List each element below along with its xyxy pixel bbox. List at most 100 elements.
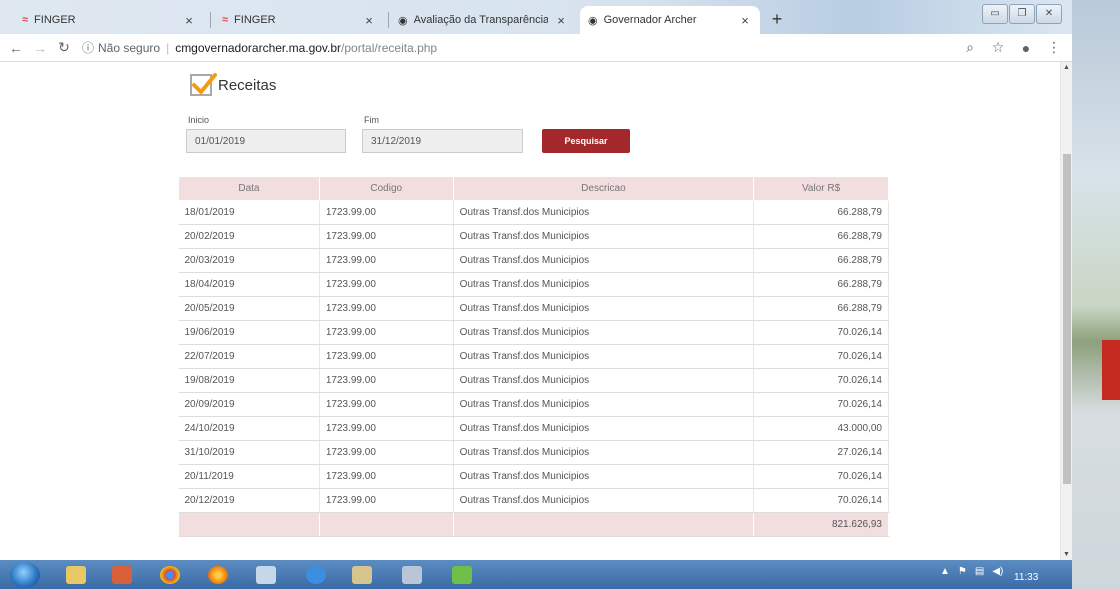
page-scrollbar[interactable]: ▲ ▼ [1060, 62, 1072, 560]
security-status: Não seguro [98, 40, 161, 55]
close-window-icon[interactable]: ✕ [1036, 4, 1062, 24]
office-app-icon[interactable] [112, 566, 132, 584]
cell-value: 66.288,79 [753, 200, 889, 225]
cell-description: Outras Transf.dos Municipios [453, 224, 755, 249]
back-arrow-icon[interactable]: ← [4, 40, 28, 56]
tab-title: FINGER [234, 14, 276, 26]
cell-value: 27.026,14 [753, 440, 889, 465]
cell-code: 1723.99.00 [319, 200, 454, 225]
close-tab-icon[interactable]: × [182, 13, 196, 28]
snipping-tool-icon[interactable] [256, 566, 276, 584]
cell-code: 1723.99.00 [319, 248, 454, 273]
forward-arrow-icon[interactable]: → [28, 40, 52, 56]
table-row: 31/10/2019 1723.99.00 Outras Transf.dos Mu… [178, 440, 889, 465]
cell-code: 1723.99.00 [319, 296, 454, 321]
calculator-icon[interactable] [402, 566, 422, 584]
tray-expand-icon[interactable]: ▲ [940, 566, 950, 577]
cell-date: 19/06/2019 [178, 320, 320, 345]
cell-code: 1723.99.00 [319, 392, 454, 417]
end-date-input[interactable]: 31/12/2019 [362, 129, 523, 153]
zoom-icon[interactable]: ⌕ [958, 39, 982, 56]
revenue-table: Data Codigo Descricao Valor R$ 18/01/201… [178, 176, 889, 537]
page-content: Receitas Inicio 01/01/2019 Fim 31/12/201… [0, 62, 1060, 560]
tab-finger-1[interactable]: ≈ FINGER × [14, 6, 204, 34]
bookmark-star-icon[interactable]: ☆ [986, 39, 1010, 56]
search-button[interactable]: Pesquisar [542, 129, 630, 153]
start-button-icon[interactable] [10, 562, 40, 588]
cell-description: Outras Transf.dos Municipios [453, 320, 755, 345]
cell-code: 1723.99.00 [319, 440, 454, 465]
wallpaper-shape [1102, 340, 1120, 400]
url-host: cmgovernadorarcher.ma.gov.br [175, 40, 342, 55]
chrome-icon[interactable] [160, 566, 180, 584]
info-icon[interactable]: ⓘ [82, 39, 94, 56]
table-row: 19/06/2019 1723.99.00 Outras Transf.dos Mu… [178, 320, 889, 345]
cell-description: Outras Transf.dos Municipios [453, 392, 755, 417]
browser-toolbar: ← → ↻ ⓘ Não seguro | cmgovernadorarcher.… [0, 34, 1072, 62]
internet-explorer-icon[interactable] [306, 566, 326, 584]
file-explorer-icon[interactable] [66, 566, 86, 584]
taskbar: ▲ ⚑ ▤ ◀) 11:33 [0, 560, 1072, 589]
scroll-up-icon[interactable]: ▲ [1063, 64, 1070, 71]
network-icon[interactable]: ▤ [975, 566, 984, 577]
table-total-row: 821.626,93 [178, 512, 889, 537]
cell-description: Outras Transf.dos Municipios [453, 296, 755, 321]
column-header-date: Data [178, 176, 320, 201]
end-date-label: Fim [364, 115, 379, 125]
tab-strip: ≈ FINGER × ≈ FINGER × ◉ Avaliação da Tra… [0, 0, 1072, 34]
flag-icon[interactable]: ⚑ [958, 566, 967, 577]
reload-icon[interactable]: ↻ [52, 39, 76, 56]
new-tab-button[interactable]: + [766, 8, 788, 30]
cell-date: 20/09/2019 [178, 392, 320, 417]
table-row: 19/08/2019 1723.99.00 Outras Transf.dos Mu… [178, 368, 889, 393]
cell-code: 1723.99.00 [319, 368, 454, 393]
cell-code: 1723.99.00 [319, 416, 454, 441]
close-tab-icon[interactable]: × [362, 13, 376, 28]
cell-date: 24/10/2019 [178, 416, 320, 441]
cell-value: 70.026,14 [753, 488, 889, 513]
close-tab-icon[interactable]: × [738, 13, 752, 28]
column-header-description: Descricao [452, 176, 755, 201]
window-controls: ▭ ❐ ✕ [982, 4, 1063, 24]
tab-separator [210, 12, 211, 28]
app-icon[interactable] [452, 566, 472, 584]
cell-code: 1723.99.00 [319, 272, 454, 297]
cell-value: 70.026,14 [753, 464, 889, 489]
cell-code: 1723.99.00 [319, 464, 454, 489]
cell-code: 1723.99.00 [319, 224, 454, 249]
cell-description: Outras Transf.dos Municipios [453, 248, 755, 273]
cell-description: Outras Transf.dos Municipios [453, 272, 755, 297]
column-header-value: Valor R$ [753, 176, 889, 201]
maximize-icon[interactable]: ❐ [1009, 4, 1035, 24]
scroll-down-icon[interactable]: ▼ [1063, 551, 1070, 558]
address-bar[interactable]: ⓘ Não seguro | cmgovernadorarcher.ma.gov… [82, 39, 954, 56]
minimize-icon[interactable]: ▭ [982, 4, 1008, 24]
tab-finger-2[interactable]: ≈ FINGER × [214, 6, 384, 34]
total-empty-cell [319, 512, 454, 537]
tab-separator [388, 12, 389, 28]
start-date-input[interactable]: 01/01/2019 [186, 129, 346, 153]
table-row: 20/12/2019 1723.99.00 Outras Transf.dos Mu… [178, 488, 889, 513]
cell-date: 20/03/2019 [178, 248, 320, 273]
cell-date: 18/01/2019 [178, 200, 320, 225]
desktop-wallpaper [1072, 0, 1120, 589]
menu-kebab-icon[interactable]: ⋮ [1042, 39, 1066, 56]
cell-date: 18/04/2019 [178, 272, 320, 297]
firefox-icon[interactable] [208, 566, 228, 584]
cell-value: 70.026,14 [753, 320, 889, 345]
table-row: 20/02/2019 1723.99.00 Outras Transf.dos Mu… [178, 224, 889, 249]
table-row: 22/07/2019 1723.99.00 Outras Transf.dos Mu… [178, 344, 889, 369]
table-row: 20/11/2019 1723.99.00 Outras Transf.dos Mu… [178, 464, 889, 489]
tab-avaliacao[interactable]: ◉ Avaliação da Transparência dos / × [390, 6, 576, 34]
paint-icon[interactable] [352, 566, 372, 584]
cell-value: 66.288,79 [753, 272, 889, 297]
cell-description: Outras Transf.dos Municipios [453, 464, 755, 489]
cell-value: 70.026,14 [753, 368, 889, 393]
volume-icon[interactable]: ◀) [992, 566, 1003, 577]
profile-avatar-icon[interactable]: ● [1014, 40, 1038, 56]
tab-title: FINGER [34, 14, 76, 26]
checkbox-checked-icon [190, 73, 217, 96]
scrollbar-thumb[interactable] [1063, 154, 1071, 484]
close-tab-icon[interactable]: × [554, 13, 568, 28]
tab-governador-archer[interactable]: ◉ Governador Archer × [580, 6, 760, 34]
